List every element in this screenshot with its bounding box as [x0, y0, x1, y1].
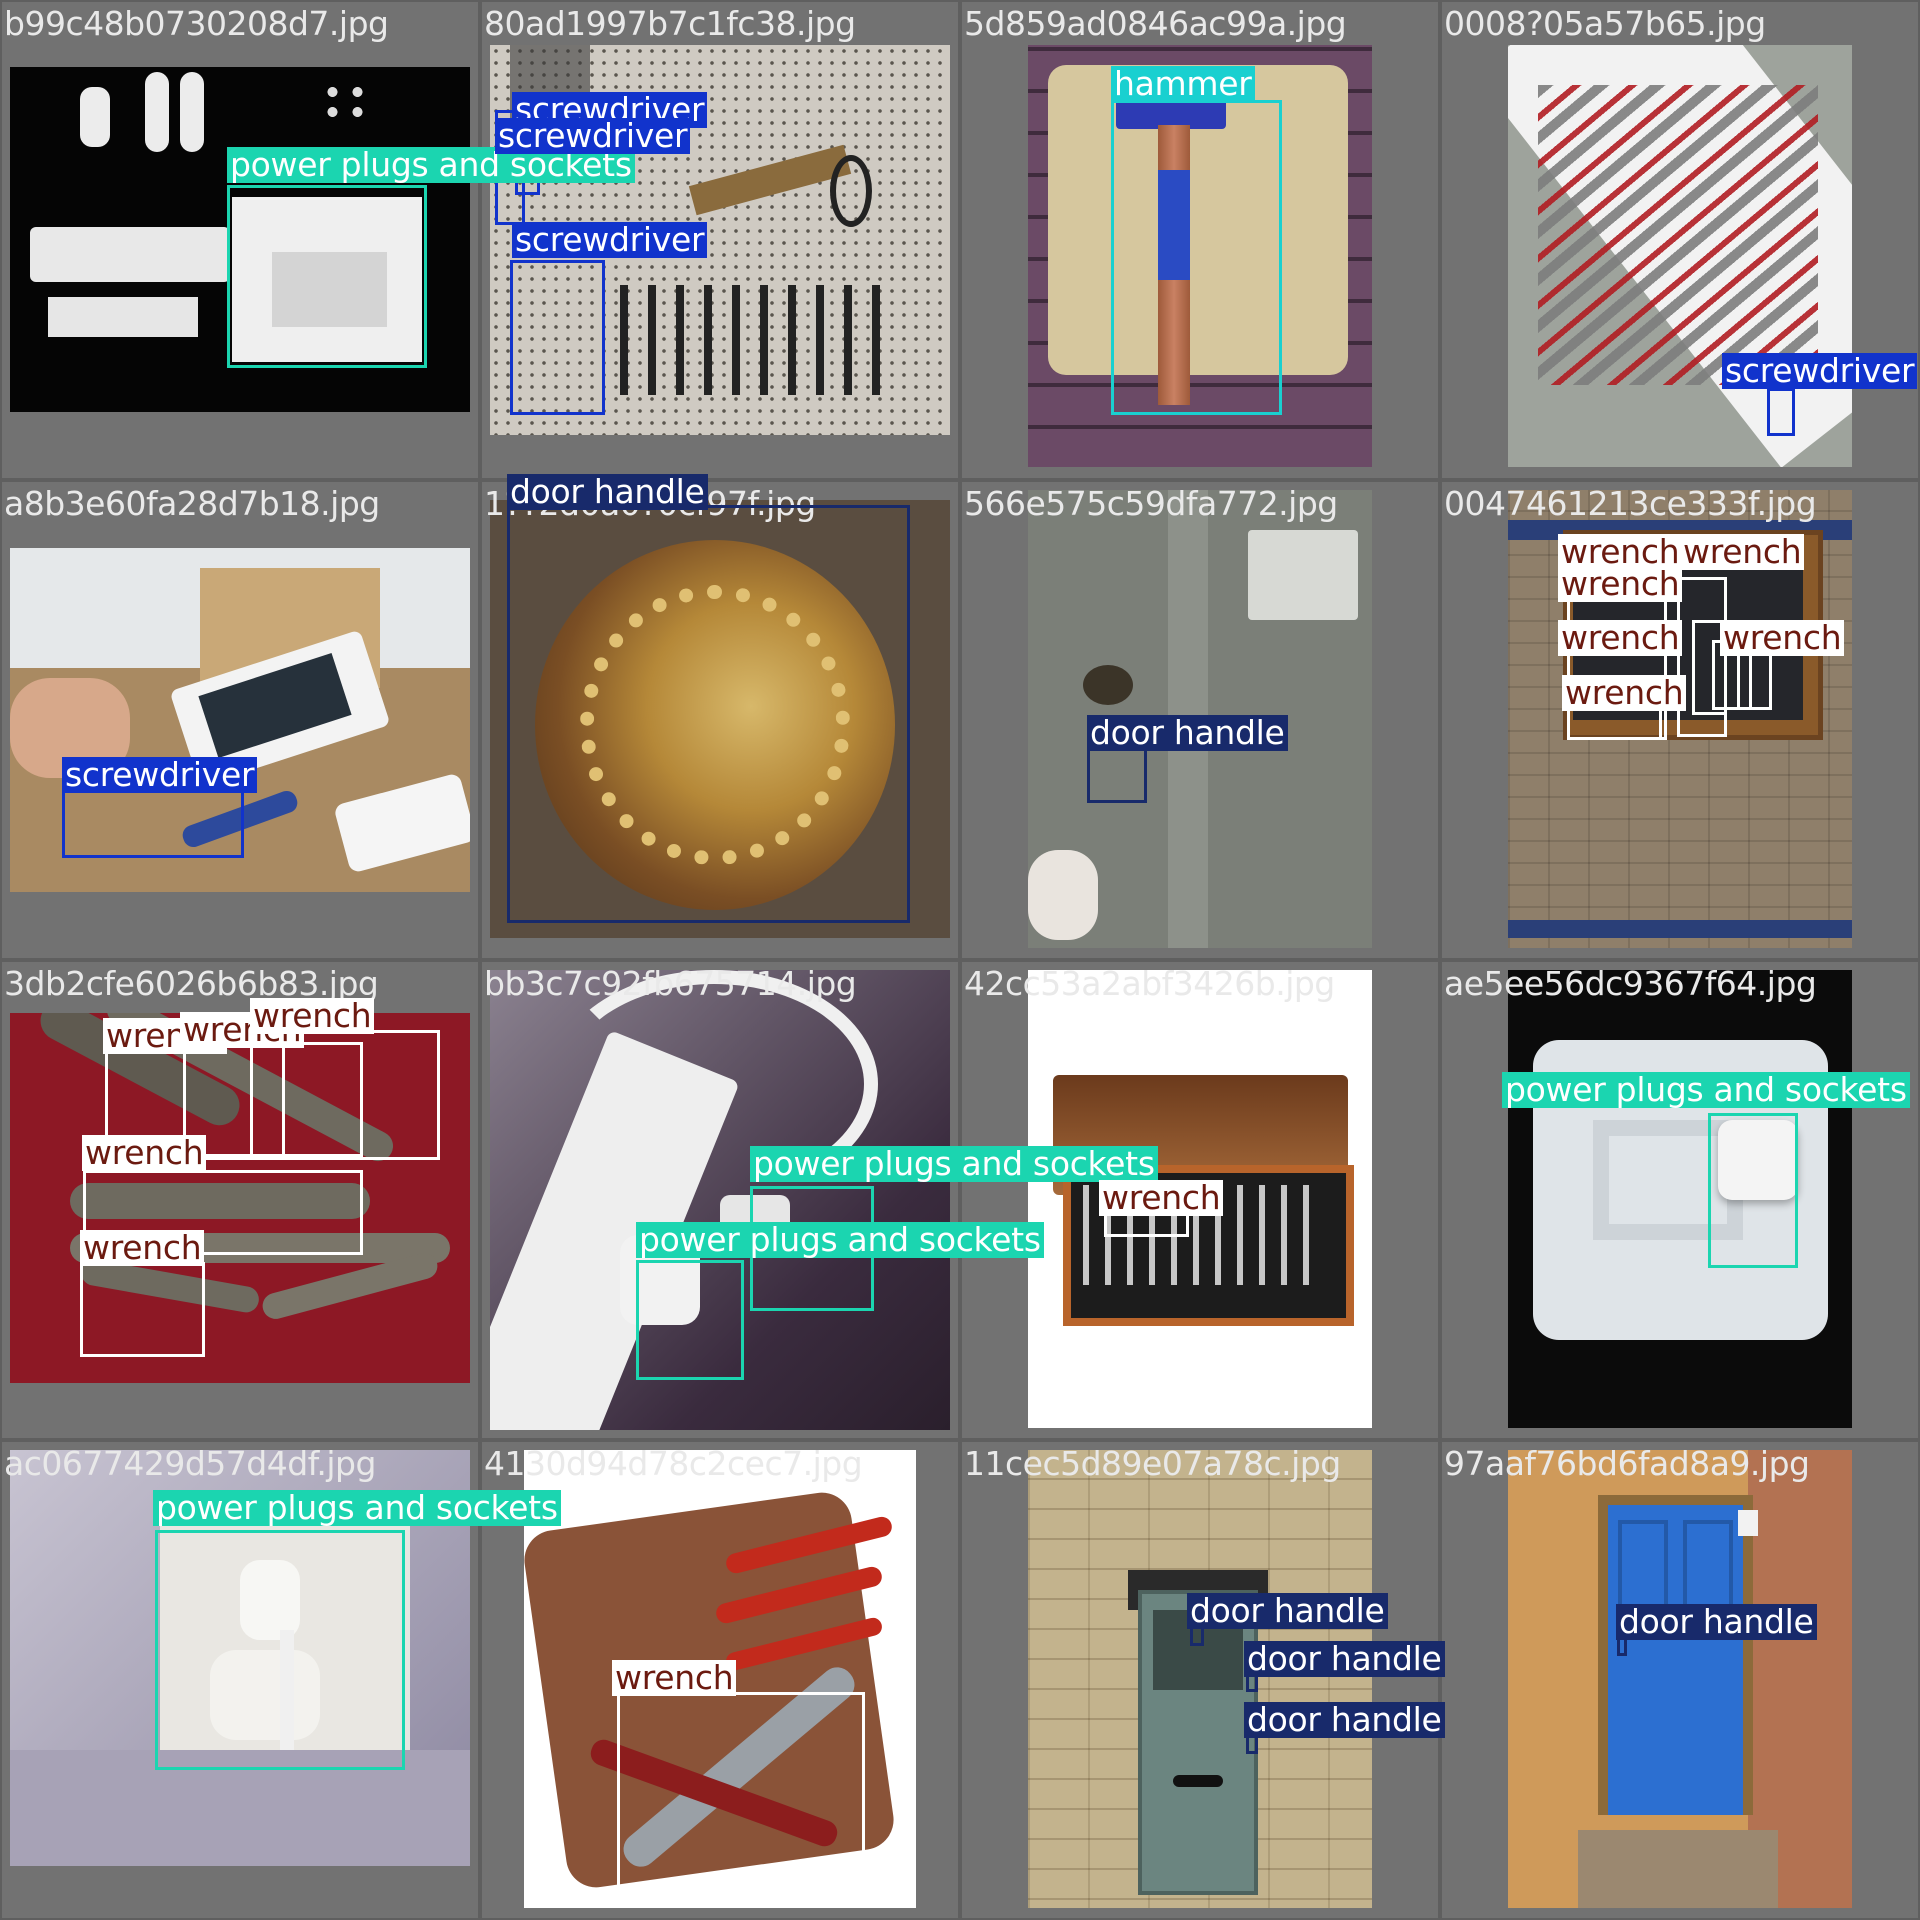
tile-filename: 11cec5d89e07a78c.jpg	[964, 1444, 1341, 1483]
detection-label: wrench	[82, 1135, 207, 1171]
detection-label: wrench	[1562, 675, 1687, 711]
tile-filename: 5d859ad0846ac99a.jpg	[964, 4, 1347, 43]
detection-label: wrench	[1558, 566, 1683, 602]
detection-label: screwdriver	[62, 757, 258, 793]
detection-label: wrench	[1720, 620, 1845, 656]
detection-box	[1087, 748, 1147, 803]
detection-box	[227, 185, 427, 368]
tile-filename: b99c48b0730208d7.jpg	[4, 4, 389, 43]
detection-label: door handle	[1187, 1593, 1388, 1629]
photo	[1508, 970, 1852, 1428]
tile	[1440, 0, 1920, 480]
detection-box	[617, 1692, 865, 1902]
detection-box	[1111, 100, 1282, 415]
tile	[1440, 1440, 1920, 1920]
detection-label: screwdriver	[495, 118, 691, 154]
detection-label: power plugs and sockets	[636, 1222, 1044, 1258]
detection-box	[250, 1030, 440, 1160]
detection-label: power plugs and sockets	[1502, 1072, 1910, 1108]
detection-label: wrench	[80, 1230, 205, 1266]
detection-label: wrench	[612, 1660, 737, 1696]
detection-label: door handle	[1244, 1702, 1445, 1738]
tile-filename: bb3c7c92fb675714.jpg	[484, 964, 857, 1003]
detection-box	[80, 1262, 205, 1357]
detection-label: power plugs and sockets	[750, 1146, 1158, 1182]
detection-box	[510, 260, 605, 415]
detection-box	[507, 505, 910, 923]
detection-label: screwdriver	[512, 222, 708, 258]
tile-filename: 0008?05a57b65.jpg	[1444, 4, 1766, 43]
photo	[1028, 1450, 1372, 1908]
tile	[960, 1440, 1440, 1920]
tile-filename: 566e575c59dfa772.jpg	[964, 484, 1338, 523]
detection-box	[62, 790, 244, 858]
tile	[1440, 960, 1920, 1440]
detection-box	[636, 1260, 744, 1380]
detection-label: door handle	[1616, 1604, 1817, 1640]
tile-filename: 4130d94d78c2cec7.jpg	[484, 1444, 863, 1483]
tile-filename: a8b3e60fa28d7b18.jpg	[4, 484, 380, 523]
detection-label: wrench	[1558, 620, 1683, 656]
detection-box	[155, 1530, 405, 1770]
detection-label: screwdriver	[1722, 353, 1918, 389]
photo	[1508, 1450, 1852, 1908]
detection-label: door handle	[1244, 1641, 1445, 1677]
detection-box	[1708, 1113, 1798, 1268]
tile-filename: 42cc53a2abf3426b.jpg	[964, 964, 1335, 1003]
tile-filename: 80ad1997b7c1fc38.jpg	[484, 4, 856, 43]
detection-label: wrench	[1680, 534, 1805, 570]
detection-label: wrench	[250, 998, 375, 1034]
detection-label: door handle	[1087, 715, 1288, 751]
tile	[0, 480, 480, 960]
tile-filename: ae5ee56dc9367f64.jpg	[1444, 964, 1817, 1003]
detection-label: hammer	[1111, 66, 1255, 102]
detection-box	[1767, 388, 1795, 436]
detection-label: door handle	[507, 474, 708, 510]
tile-filename: 97aaf76bd6fad8a9.jpg	[1444, 1444, 1810, 1483]
tile-filename: 0047461213ce333f.jpg	[1444, 484, 1817, 523]
tile-filename: ac0677429d57d4df.jpg	[4, 1444, 376, 1483]
detection-label: power plugs and sockets	[153, 1490, 561, 1526]
photo	[1508, 45, 1852, 467]
detection-label: wrench	[1099, 1180, 1224, 1216]
